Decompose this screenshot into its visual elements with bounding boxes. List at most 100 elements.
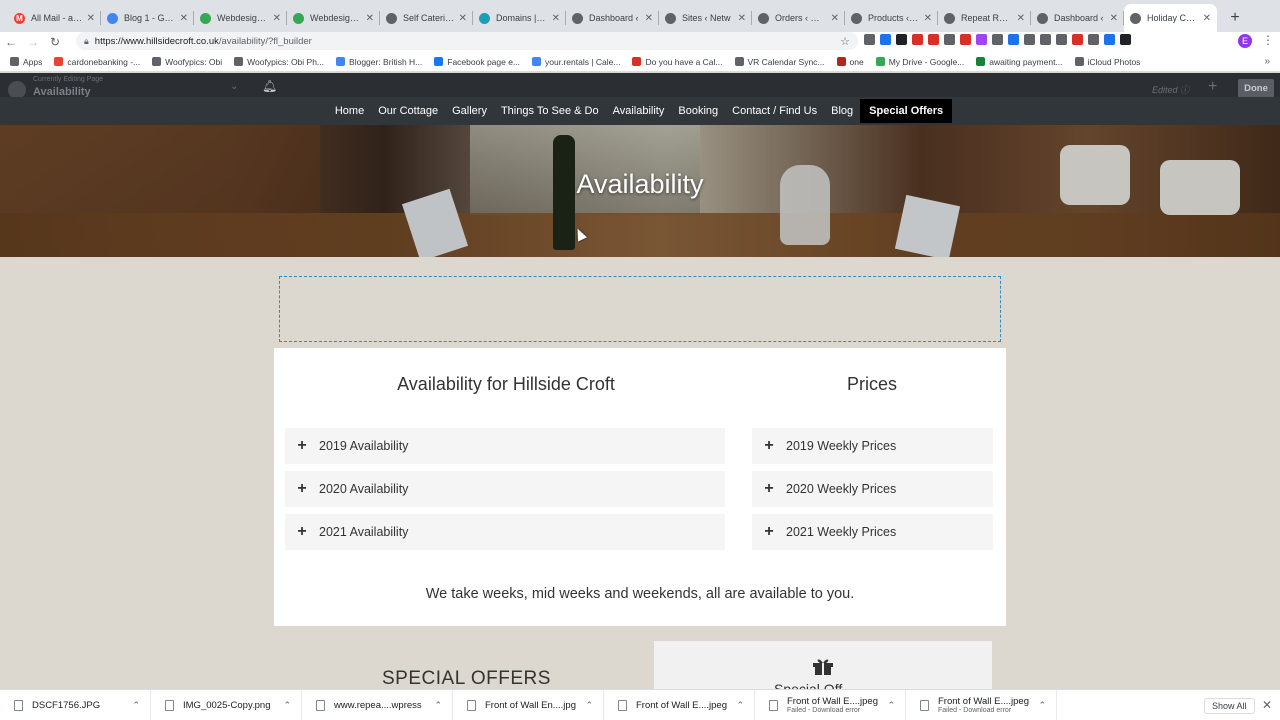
close-icon[interactable]: ✕ xyxy=(180,13,188,24)
availability-accordion[interactable]: +2020 Availability xyxy=(285,471,725,507)
browser-tab[interactable]: Blog 1 - Goog ✕ xyxy=(101,4,194,32)
download-item[interactable]: DSCF1756.JPG ⌃ xyxy=(0,689,151,720)
plus-icon[interactable]: + xyxy=(285,437,319,455)
close-icon[interactable]: ✕ xyxy=(831,13,839,24)
browser-menu-icon[interactable]: ⋮ xyxy=(1262,33,1274,47)
bookmark-item[interactable]: awaiting payment... xyxy=(976,57,1063,67)
extension-icon[interactable] xyxy=(944,34,955,45)
bookmark-item[interactable]: one xyxy=(836,57,864,67)
extension-icon[interactable] xyxy=(1088,34,1099,45)
browser-tab[interactable]: Dashboard ‹ ✕ xyxy=(566,4,659,32)
extension-icon[interactable] xyxy=(1008,34,1019,45)
nav-item-blog[interactable]: Blog xyxy=(824,99,860,123)
close-icon[interactable]: ✕ xyxy=(1203,13,1211,24)
browser-tab[interactable]: Sites ‹ Netw ✕ xyxy=(659,4,752,32)
download-item[interactable]: Front of Wall E....jpeg Failed - Download… xyxy=(755,689,906,720)
bookmark-item[interactable]: iCloud Photos xyxy=(1074,57,1140,67)
extension-icon[interactable] xyxy=(864,34,875,45)
browser-tab[interactable]: Dashboard ‹ ✕ xyxy=(1031,4,1124,32)
close-icon[interactable]: ✕ xyxy=(1017,13,1025,24)
nav-item-contact-find-us[interactable]: Contact / Find Us xyxy=(725,99,824,123)
extension-icon[interactable] xyxy=(976,34,987,45)
close-icon[interactable]: ✕ xyxy=(924,13,932,24)
builder-drop-zone[interactable] xyxy=(279,276,1001,342)
chevron-up-icon[interactable]: ⌃ xyxy=(887,700,895,711)
bookmark-item[interactable]: Blogger: British H... xyxy=(336,57,422,67)
plus-icon[interactable]: + xyxy=(285,480,319,498)
close-icon[interactable]: ✕ xyxy=(366,13,374,24)
close-icon[interactable]: ✕ xyxy=(87,13,95,24)
chevron-up-icon[interactable]: ⌃ xyxy=(585,700,593,711)
bookmark-item[interactable]: Apps xyxy=(10,57,42,67)
bookmark-item[interactable]: My Drive - Google... xyxy=(875,57,964,67)
browser-tab[interactable]: Webdesign fo ✕ xyxy=(287,4,380,32)
bookmark-item[interactable]: VR Calendar Sync... xyxy=(734,57,825,67)
extension-icon[interactable] xyxy=(1040,34,1051,45)
extension-icon[interactable] xyxy=(1120,34,1131,45)
close-downloads-icon[interactable]: ✕ xyxy=(1262,698,1272,712)
prices-accordion[interactable]: +2021 Weekly Prices xyxy=(752,514,993,550)
extension-icon[interactable] xyxy=(928,34,939,45)
show-all-downloads-button[interactable]: Show All xyxy=(1204,698,1255,714)
done-button[interactable]: Done xyxy=(1238,79,1274,99)
profile-avatar[interactable]: E xyxy=(1238,34,1252,48)
bookmark-item[interactable]: Woofypics: Obi Ph... xyxy=(234,57,324,67)
prices-accordion[interactable]: +2019 Weekly Prices xyxy=(752,428,993,464)
download-item[interactable]: Front of Wall E....jpeg Failed - Download… xyxy=(906,689,1057,720)
browser-tab[interactable]: Holiday Cotta ✕ xyxy=(1124,4,1217,32)
bookmarks-overflow-icon[interactable]: » xyxy=(1264,56,1270,67)
chevron-up-icon[interactable]: ⌃ xyxy=(132,700,140,711)
extension-icon[interactable] xyxy=(880,34,891,45)
browser-tab[interactable]: Orders ‹ Web ✕ xyxy=(752,4,845,32)
bookmark-item[interactable]: Facebook page e... xyxy=(434,57,520,67)
browser-tab[interactable]: Self Catering ✕ xyxy=(380,4,473,32)
availability-accordion[interactable]: +2021 Availability xyxy=(285,514,725,550)
extension-icon[interactable] xyxy=(992,34,1003,45)
prices-accordion[interactable]: +2020 Weekly Prices xyxy=(752,471,993,507)
chevron-up-icon[interactable]: ⌃ xyxy=(434,700,442,711)
nav-item-home[interactable]: Home xyxy=(328,99,371,123)
close-icon[interactable]: ✕ xyxy=(1110,13,1118,24)
download-item[interactable]: Front of Wall En....jpg ⌃ xyxy=(453,689,604,720)
nav-item-our-cottage[interactable]: Our Cottage xyxy=(371,99,445,123)
bell-icon[interactable]: 🔔︎ xyxy=(262,79,277,93)
reload-icon[interactable]: ↻ xyxy=(44,35,66,49)
nav-item-things-to-see-do[interactable]: Things To See & Do xyxy=(494,99,606,123)
download-item[interactable]: www.repea....wpress ⌃ xyxy=(302,689,453,720)
extension-icon[interactable] xyxy=(1024,34,1035,45)
nav-item-booking[interactable]: Booking xyxy=(671,99,725,123)
bookmark-item[interactable]: Woofypics: Obi xyxy=(152,57,222,67)
extension-icon[interactable] xyxy=(912,34,923,45)
extension-icon[interactable] xyxy=(1056,34,1067,45)
download-item[interactable]: Front of Wall E....jpeg ⌃ xyxy=(604,689,755,720)
extension-icon[interactable] xyxy=(1104,34,1115,45)
chevron-up-icon[interactable]: ⌃ xyxy=(283,700,291,711)
close-icon[interactable]: ✕ xyxy=(273,13,281,24)
bookmark-item[interactable]: your.rentals | Cale... xyxy=(532,57,620,67)
nav-item-availability[interactable]: Availability xyxy=(606,99,672,123)
nav-special-offers[interactable]: Special Offers xyxy=(860,99,953,123)
plus-icon[interactable]: + xyxy=(752,523,786,541)
nav-item-gallery[interactable]: Gallery xyxy=(445,99,494,123)
availability-accordion[interactable]: +2019 Availability xyxy=(285,428,725,464)
browser-tab[interactable]: Webdesign fo ✕ xyxy=(194,4,287,32)
bookmark-item[interactable]: Do you have a Cal... xyxy=(632,57,723,67)
address-bar[interactable]: 🔒︎ https://www.hillsidecroft.co.uk/avail… xyxy=(76,32,858,50)
close-icon[interactable]: ✕ xyxy=(459,13,467,24)
extension-icon[interactable] xyxy=(960,34,971,45)
download-item[interactable]: IMG_0025-Copy.png ⌃ xyxy=(151,689,302,720)
plus-icon[interactable]: + xyxy=(752,480,786,498)
chevron-down-icon[interactable]: ⌄ xyxy=(230,81,238,92)
plus-icon[interactable]: + xyxy=(285,523,319,541)
bookmark-item[interactable]: cardonebanking -... xyxy=(54,57,140,67)
browser-tab[interactable]: Domains | Us ✕ xyxy=(473,4,566,32)
browser-tab[interactable]: M All Mail - adm ✕ xyxy=(8,4,101,32)
close-icon[interactable]: ✕ xyxy=(645,13,653,24)
bookmark-star-icon[interactable]: ☆ xyxy=(840,35,850,48)
browser-tab[interactable]: Products ‹ W ✕ xyxy=(845,4,938,32)
chevron-up-icon[interactable]: ⌃ xyxy=(1038,700,1046,711)
close-icon[interactable]: ✕ xyxy=(552,13,560,24)
extension-icon[interactable] xyxy=(896,34,907,45)
forward-icon[interactable]: → xyxy=(22,35,44,49)
new-tab-button[interactable]: + xyxy=(1223,4,1247,32)
